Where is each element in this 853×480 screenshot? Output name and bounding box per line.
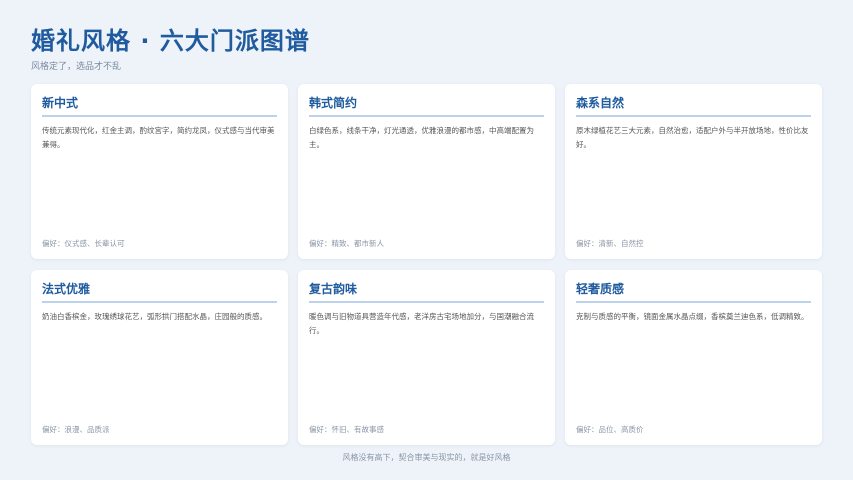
page-subtitle: 风格定了，选品才不乱 [31, 62, 122, 72]
card-title: 森系自然 [576, 95, 811, 117]
card-preference: 偏好：精致、都市新人 [309, 239, 384, 248]
page-title: 婚礼风格 · 六大门派图谱 [31, 27, 310, 55]
style-card-new-chinese: 新中式 传统元素现代化，红金主调，酌纹宫字，简约龙凤，仪式感与当代审美兼得。 偏… [31, 84, 288, 259]
card-title: 复古韵味 [309, 281, 544, 303]
card-preference: 偏好：浪漫、品质派 [42, 425, 110, 434]
card-description: 奶油白香槟金，玫瑰绣球花艺，弧形拱门搭配水晶，庄园般的质感。 [42, 312, 267, 321]
style-card-forest-natural: 森系自然 原木绿植花艺三大元素，自然治愈，适配户外与半开放场地，性价比友好。 偏… [565, 84, 822, 259]
card-title: 法式优雅 [42, 281, 277, 303]
card-preference: 偏好：仪式感、长辈认可 [42, 239, 125, 248]
card-description: 克制与质感的平衡，镜面金属水晶点缀，香槟奠兰迪色系，低调精致。 [576, 312, 809, 321]
footer-note: 风格没有高下，契合审美与现实的，就是好风格 [342, 453, 511, 462]
card-preference: 偏好：品位、高质价 [576, 425, 644, 434]
style-card-korean-minimal: 韩式简约 白绿色系，线条干净，灯光通透，优雅浪漫的都市感，中高端配置为主。 偏好… [298, 84, 555, 259]
card-description: 原木绿植花艺三大元素，自然治愈，适配户外与半开放场地，性价比友好。 [576, 126, 809, 149]
card-title: 韩式简约 [309, 95, 544, 117]
card-description: 传统元素现代化，红金主调，酌纹宫字，简约龙凤，仪式感与当代审美兼得。 [42, 126, 275, 149]
style-card-french-elegant: 法式优雅 奶油白香槟金，玫瑰绣球花艺，弧形拱门搭配水晶，庄园般的质感。 偏好：浪… [31, 270, 288, 445]
style-card-light-luxury: 轻奢质感 克制与质感的平衡，镜面金属水晶点缀，香槟奠兰迪色系，低调精致。 偏好：… [565, 270, 822, 445]
card-description: 白绿色系，线条干净，灯光通透，优雅浪漫的都市感，中高端配置为主。 [309, 126, 534, 149]
style-card-vintage: 复古韵味 暖色调与旧物道具营造年代感，老洋房古宅场地加分，与国潮融合流行。 偏好… [298, 270, 555, 445]
style-card-grid: 新中式 传统元素现代化，红金主调，酌纹宫字，简约龙凤，仪式感与当代审美兼得。 偏… [31, 84, 822, 445]
card-title: 轻奢质感 [576, 281, 811, 303]
card-description: 暖色调与旧物道具营造年代感，老洋房古宅场地加分，与国潮融合流行。 [309, 312, 534, 335]
header: 婚礼风格 · 六大门派图谱 风格定了，选品才不乱 [31, 26, 310, 72]
card-preference: 偏好：怀旧、有故事感 [309, 425, 384, 434]
card-preference: 偏好：清新、自然控 [576, 239, 644, 248]
card-title: 新中式 [42, 95, 277, 117]
